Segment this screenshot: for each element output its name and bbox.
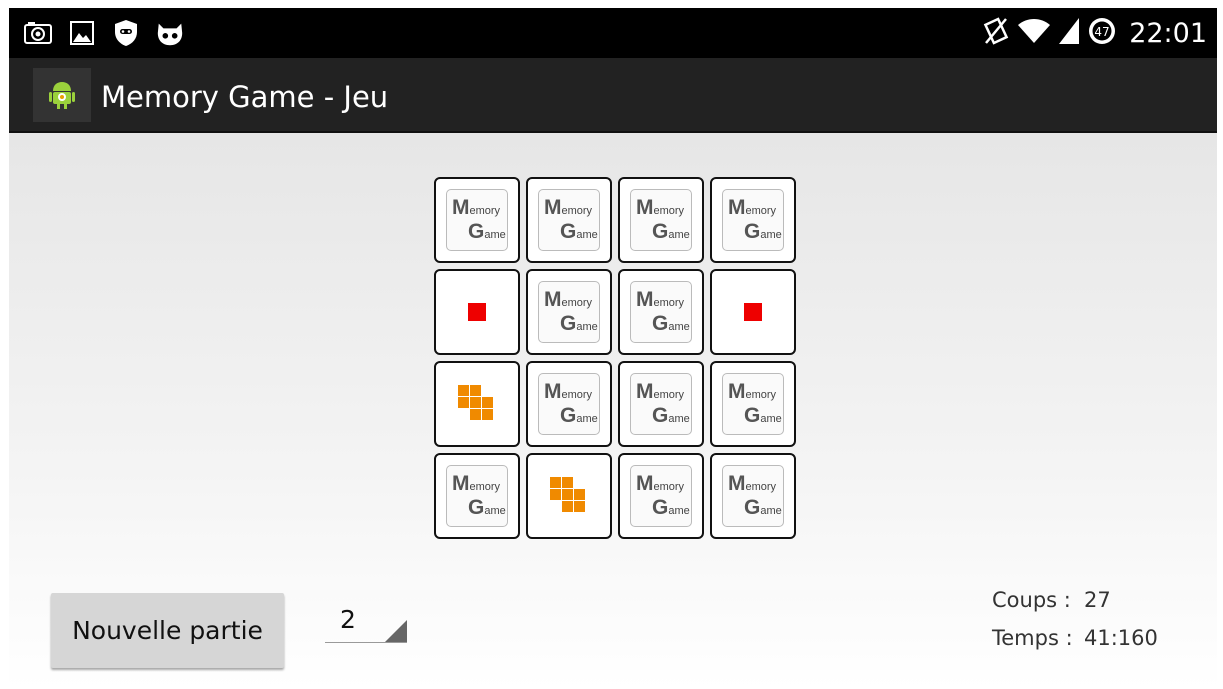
card-face-down[interactable]: Memory Game [526,177,612,263]
card-red-square[interactable] [434,269,520,355]
card-face-down[interactable]: Memory Game [710,177,796,263]
card-back-logo: Memory Game [722,189,784,251]
card-face-down[interactable]: Memory Game [710,453,796,539]
card-face-down[interactable]: Memory Game [434,453,520,539]
moves-value: 27 [1084,588,1111,612]
card-face-down[interactable]: Memory Game [618,453,704,539]
page-title: Memory Game - Jeu [101,80,389,114]
card-back-logo: Memory Game [722,465,784,527]
spinner-underline [325,642,407,643]
red-square-icon [468,303,486,321]
card-back-logo: Memory Game [630,465,692,527]
card-face-down[interactable]: Memory Game [526,269,612,355]
action-bar: Memory Game - Jeu [9,58,1217,133]
pairs-spinner[interactable]: 2 [325,603,407,643]
card-back-logo: Memory Game [722,373,784,435]
orange-blocks-icon [458,385,496,423]
android-icon[interactable] [33,68,91,122]
time-row: Temps : 41:160 [992,626,1158,650]
spinner-value: 2 [340,605,356,634]
card-face-down[interactable]: Memory Game [618,361,704,447]
svg-text:47: 47 [1095,25,1110,39]
wifi-icon [1017,17,1051,50]
signal-icon [1059,18,1080,49]
time-value: 41:160 [1084,626,1158,650]
shield-icon [111,18,141,48]
orange-blocks-icon [550,477,588,515]
no-vibrate-icon [983,17,1009,50]
clock: 22:01 [1129,18,1207,49]
card-face-down[interactable]: Memory Game [618,269,704,355]
card-face-down[interactable]: Memory Game [710,361,796,447]
time-label: Temps : [992,626,1073,650]
camera-icon [23,18,53,48]
card-back-logo: Memory Game [630,189,692,251]
red-square-icon [744,303,762,321]
system-indicators: 47 22:01 [983,16,1207,51]
card-back-logo: Memory Game [538,373,600,435]
card-face-down[interactable]: Memory Game [434,177,520,263]
battery-icon: 47 [1087,16,1117,51]
moves-label: Coups : [992,588,1071,612]
game-screen: Memory Game Memory Game Memory Game Memory Game… [9,133,1217,689]
card-back-logo: Memory Game [630,281,692,343]
new-game-button[interactable]: Nouvelle partie [51,593,284,668]
card-face-down[interactable]: Memory Game [526,361,612,447]
image-icon [67,18,97,48]
cyanogen-mascot-icon [155,18,185,48]
card-back-logo: Memory Game [446,465,508,527]
notification-icons [23,18,185,48]
moves-row: Coups : 27 [992,588,1111,612]
card-back-logo: Memory Game [446,189,508,251]
card-orange-blocks[interactable] [434,361,520,447]
device-screen: 47 22:01 Memory Game - Jeu Memory Game Mem… [9,8,1217,689]
dropdown-arrow-icon [385,620,407,642]
card-back-logo: Memory Game [630,373,692,435]
card-grid: Memory Game Memory Game Memory Game Memory Game… [434,177,796,539]
card-red-square[interactable] [710,269,796,355]
card-back-logo: Memory Game [538,281,600,343]
card-orange-blocks[interactable] [526,453,612,539]
card-back-logo: Memory Game [538,189,600,251]
status-bar: 47 22:01 [9,8,1217,58]
card-face-down[interactable]: Memory Game [618,177,704,263]
